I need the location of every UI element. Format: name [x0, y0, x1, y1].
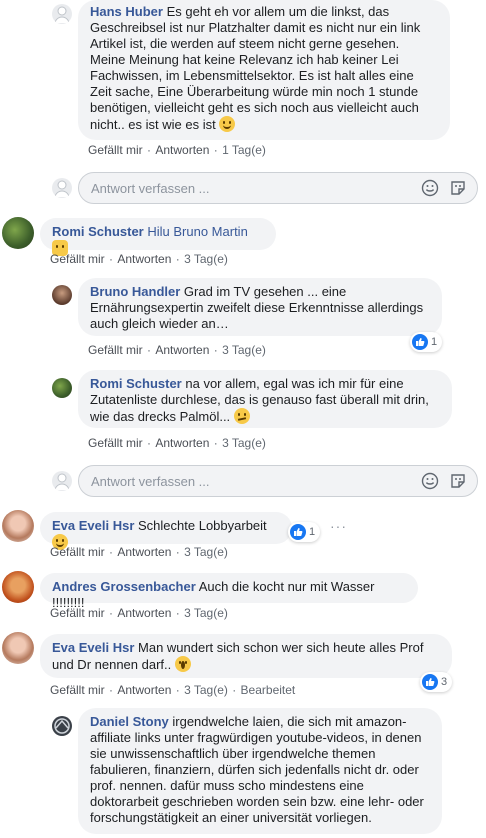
- reply-input[interactable]: Antwort verfassen ...: [78, 465, 478, 497]
- reply-link[interactable]: Antworten: [155, 436, 209, 450]
- comment-text[interactable]: Hilu Bruno Martin: [147, 224, 247, 239]
- timestamp[interactable]: 3 Tag(e): [184, 606, 228, 620]
- like-reaction-icon: [422, 674, 438, 690]
- reply-link[interactable]: Antworten: [155, 343, 209, 357]
- comment-actions: Gefällt mir · Antworten · 3 Tag(e): [88, 343, 266, 357]
- comment-text: Es geht eh vor allem um die linkst, das …: [90, 4, 421, 132]
- reaction-count[interactable]: 1: [410, 332, 443, 352]
- emblem-avatar-icon: [54, 718, 70, 734]
- comment-actions: Gefällt mir · Antworten · 3 Tag(e): [50, 606, 228, 620]
- like-link[interactable]: Gefällt mir: [50, 606, 105, 620]
- comment-author[interactable]: Andres Grossenbacher: [52, 579, 196, 594]
- reaction-count[interactable]: 3: [420, 672, 453, 692]
- comment-author[interactable]: Eva Eveli Hsr: [52, 640, 134, 655]
- default-avatar-icon: [54, 180, 70, 198]
- like-reaction-icon: [412, 334, 428, 350]
- default-avatar-icon: [54, 6, 70, 24]
- comment-author[interactable]: Bruno Handler: [90, 284, 180, 299]
- timestamp[interactable]: 1 Tag(e): [222, 143, 266, 157]
- comment-author[interactable]: Eva Eveli Hsr: [52, 518, 134, 533]
- avatar[interactable]: [52, 285, 72, 305]
- avatar: [52, 178, 72, 198]
- sticker-icon[interactable]: [449, 179, 467, 197]
- avatar: [52, 471, 72, 491]
- reaction-number: 3: [441, 676, 448, 688]
- comment-bubble: Romi Schuster Hilu Bruno Martin: [40, 218, 276, 256]
- comment-bubble: Eva Eveli Hsr Schlechte Lobbyarbeit: [40, 512, 292, 550]
- comment-text: irgendwelche laien, die sich mit amazon-…: [90, 714, 424, 825]
- grinning-emoji-icon: [219, 116, 236, 132]
- comment-author[interactable]: Hans Huber: [90, 4, 163, 19]
- comment-author[interactable]: Romi Schuster: [90, 376, 182, 391]
- timestamp[interactable]: 3 Tag(e): [184, 683, 228, 697]
- more-options-icon[interactable]: ···: [330, 518, 347, 534]
- comment-bubble: Eva Eveli Hsr Man wundert sich schon wer…: [40, 634, 452, 678]
- sticker-icon[interactable]: [449, 472, 467, 490]
- reply-link[interactable]: Antworten: [155, 143, 209, 157]
- timestamp[interactable]: 3 Tag(e): [222, 343, 266, 357]
- avatar[interactable]: [2, 632, 34, 664]
- reply-link[interactable]: Antworten: [117, 683, 171, 697]
- comment-bubble: Daniel Stony irgendwelche laien, die sic…: [78, 708, 442, 834]
- edited-label[interactable]: Bearbeitet: [241, 683, 296, 697]
- comment-bubble: Hans Huber Es geht eh vor allem um die l…: [78, 0, 450, 140]
- emoji-icon[interactable]: [421, 179, 439, 197]
- reply-placeholder: Antwort verfassen ...: [91, 181, 210, 196]
- comment-text: Schlechte Lobbyarbeit: [138, 518, 267, 533]
- like-reaction-icon: [290, 524, 306, 540]
- neutral-face-emoji-icon: [233, 408, 250, 424]
- comment-actions: Gefällt mir · Antworten · 3 Tag(e) · Bea…: [50, 683, 296, 697]
- avatar[interactable]: [52, 378, 72, 398]
- reply-link[interactable]: Antworten: [117, 606, 171, 620]
- timestamp[interactable]: 3 Tag(e): [184, 545, 228, 559]
- reaction-number: 1: [431, 336, 438, 348]
- comment-actions: Gefällt mir · Antworten · 1 Tag(e): [88, 143, 266, 157]
- reply-placeholder: Antwort verfassen ...: [91, 474, 210, 489]
- avatar[interactable]: [52, 4, 72, 24]
- comment-bubble: Andres Grossenbacher Auch die kocht nur …: [40, 573, 418, 610]
- like-link[interactable]: Gefällt mir: [88, 343, 143, 357]
- comment-author[interactable]: Romi Schuster: [52, 224, 144, 239]
- like-link[interactable]: Gefällt mir: [88, 436, 143, 450]
- reaction-number: 1: [309, 526, 316, 538]
- comment-bubble: Romi Schuster na vor allem, egal was ich…: [78, 370, 452, 428]
- flushed-emoji-icon: [174, 656, 191, 672]
- reply-link[interactable]: Antworten: [117, 252, 171, 266]
- avatar[interactable]: [52, 716, 72, 736]
- avatar[interactable]: [2, 571, 34, 603]
- like-link[interactable]: Gefällt mir: [50, 252, 105, 266]
- reply-link[interactable]: Antworten: [117, 545, 171, 559]
- comment-actions: Gefällt mir · Antworten · 3 Tag(e): [50, 252, 228, 266]
- comment-bubble: Bruno Handler Grad im TV gesehen ... ein…: [78, 278, 442, 336]
- reply-input[interactable]: Antwort verfassen ...: [78, 172, 478, 204]
- like-link[interactable]: Gefällt mir: [50, 683, 105, 697]
- emoji-icon[interactable]: [421, 472, 439, 490]
- comment-actions: Gefällt mir · Antworten · 3 Tag(e): [88, 436, 266, 450]
- comment-actions: Gefällt mir · Antworten · 3 Tag(e): [50, 545, 228, 559]
- like-link[interactable]: Gefällt mir: [88, 143, 143, 157]
- timestamp[interactable]: 3 Tag(e): [222, 436, 266, 450]
- timestamp[interactable]: 3 Tag(e): [184, 252, 228, 266]
- avatar[interactable]: [2, 510, 34, 542]
- comment-author[interactable]: Daniel Stony: [90, 714, 169, 729]
- avatar[interactable]: [2, 217, 34, 249]
- default-avatar-icon: [54, 473, 70, 491]
- reaction-count[interactable]: 1: [288, 522, 321, 542]
- like-link[interactable]: Gefällt mir: [50, 545, 105, 559]
